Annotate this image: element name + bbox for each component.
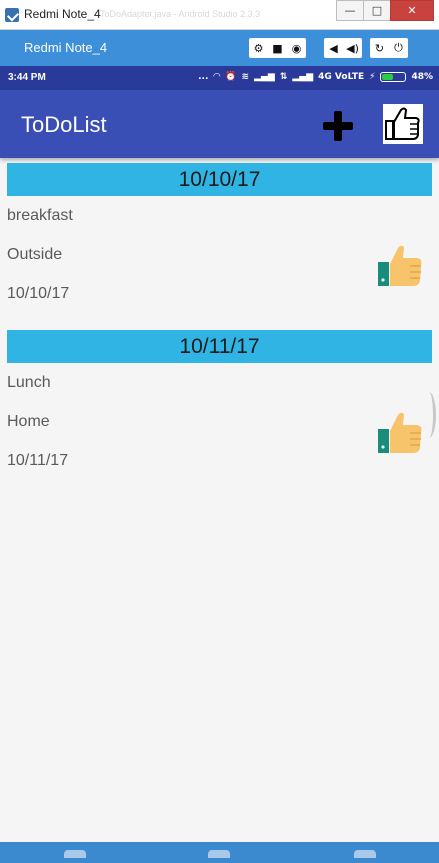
alarm-icon: ⏰ bbox=[225, 72, 237, 82]
plus-icon[interactable] bbox=[320, 108, 356, 144]
battery-icon bbox=[380, 72, 407, 82]
back-icon[interactable] bbox=[64, 850, 86, 858]
status-time: 3:44 PM bbox=[8, 72, 46, 83]
power-group: ↻ ⏻ bbox=[370, 38, 408, 58]
emulator-toolbar: Redmi Note_4 ⚙ ■ ◉ ◀ ◀) ↻ ⏻ bbox=[0, 30, 439, 66]
background-window-title: ToDoAdapter.java - Android Studio 2.3.3 bbox=[100, 9, 261, 19]
status-bar: 3:44 PM ... ◠ ⏰ ≋ ▂▄▆ ⇅ ▂▄▆ 4G VoLTE ⚡ 4… bbox=[0, 66, 439, 90]
window-titlebar: Redmi Note_4 ToDoAdapter.java - Android … bbox=[0, 0, 439, 30]
date-header: 10/11/17 bbox=[7, 330, 432, 363]
navigation-bar bbox=[0, 842, 439, 863]
close-window-button[interactable]: ✕ bbox=[390, 0, 434, 21]
volume-down-icon[interactable]: ◀ bbox=[324, 38, 343, 58]
headset-icon: ◠ bbox=[213, 72, 221, 82]
thumbs-up-outline-icon[interactable] bbox=[383, 104, 423, 144]
overscroll-indicator bbox=[422, 392, 436, 438]
todo-place: Outside bbox=[7, 246, 63, 263]
minimize-button[interactable]: — bbox=[336, 0, 364, 21]
thumbs-up-icon[interactable] bbox=[377, 408, 425, 456]
todo-date: 10/10/17 bbox=[7, 285, 70, 302]
todo-item[interactable]: 10/10/17 breakfast Outside 10/10/17 bbox=[0, 163, 439, 325]
emulator-tools-group: ⚙ ■ ◉ bbox=[249, 38, 306, 58]
todo-title: Lunch bbox=[7, 374, 51, 391]
battery-percent: 48% bbox=[411, 72, 433, 82]
charging-icon: ⚡ bbox=[369, 72, 376, 82]
settings-icon[interactable]: ⚙ bbox=[249, 38, 268, 58]
device-name: Redmi Note_4 bbox=[24, 40, 108, 55]
date-header: 10/10/17 bbox=[7, 163, 432, 196]
signal-icon: ▂▄▆ bbox=[254, 72, 275, 82]
camera-icon[interactable]: ◉ bbox=[287, 38, 306, 58]
battery-level bbox=[382, 74, 393, 80]
wifi-icon: ≋ bbox=[241, 72, 250, 82]
phone-screen: 3:44 PM ... ◠ ⏰ ≋ ▂▄▆ ⇅ ▂▄▆ 4G VoLTE ⚡ 4… bbox=[0, 66, 439, 863]
signal-icon: ▂▄▆ bbox=[292, 72, 314, 82]
app-title: ToDoList bbox=[21, 112, 107, 137]
home-icon[interactable] bbox=[208, 850, 230, 858]
thumbs-up-icon[interactable] bbox=[377, 241, 425, 289]
todo-list: 10/10/17 breakfast Outside 10/10/17 10/11/17… bbox=[0, 158, 439, 492]
video-record-icon[interactable]: ■ bbox=[268, 38, 287, 58]
window-title: Redmi Note_4 bbox=[24, 7, 101, 21]
maximize-button[interactable]: □ bbox=[363, 0, 391, 21]
app-window-icon bbox=[5, 8, 19, 22]
network-type: 4G VoLTE bbox=[318, 72, 365, 82]
todo-title: breakfast bbox=[7, 207, 73, 224]
status-icons: ... ◠ ⏰ ≋ ▂▄▆ ⇅ ▂▄▆ 4G VoLTE ⚡ 48% bbox=[198, 72, 433, 82]
rotate-icon[interactable]: ↻ bbox=[370, 38, 389, 58]
app-toolbar: ToDoList bbox=[0, 90, 439, 158]
volume-group: ◀ ◀) bbox=[324, 38, 362, 58]
volume-up-icon[interactable]: ◀) bbox=[343, 38, 362, 58]
todo-date: 10/11/17 bbox=[7, 452, 69, 469]
todo-place: Home bbox=[7, 413, 50, 430]
todo-item[interactable]: 10/11/17 Lunch Home 10/11/17 bbox=[0, 330, 439, 492]
more-notifications-icon: ... bbox=[198, 72, 209, 82]
data-transfer-icon: ⇅ bbox=[279, 72, 288, 82]
power-icon[interactable]: ⏻ bbox=[389, 38, 408, 58]
recents-icon[interactable] bbox=[354, 850, 376, 858]
